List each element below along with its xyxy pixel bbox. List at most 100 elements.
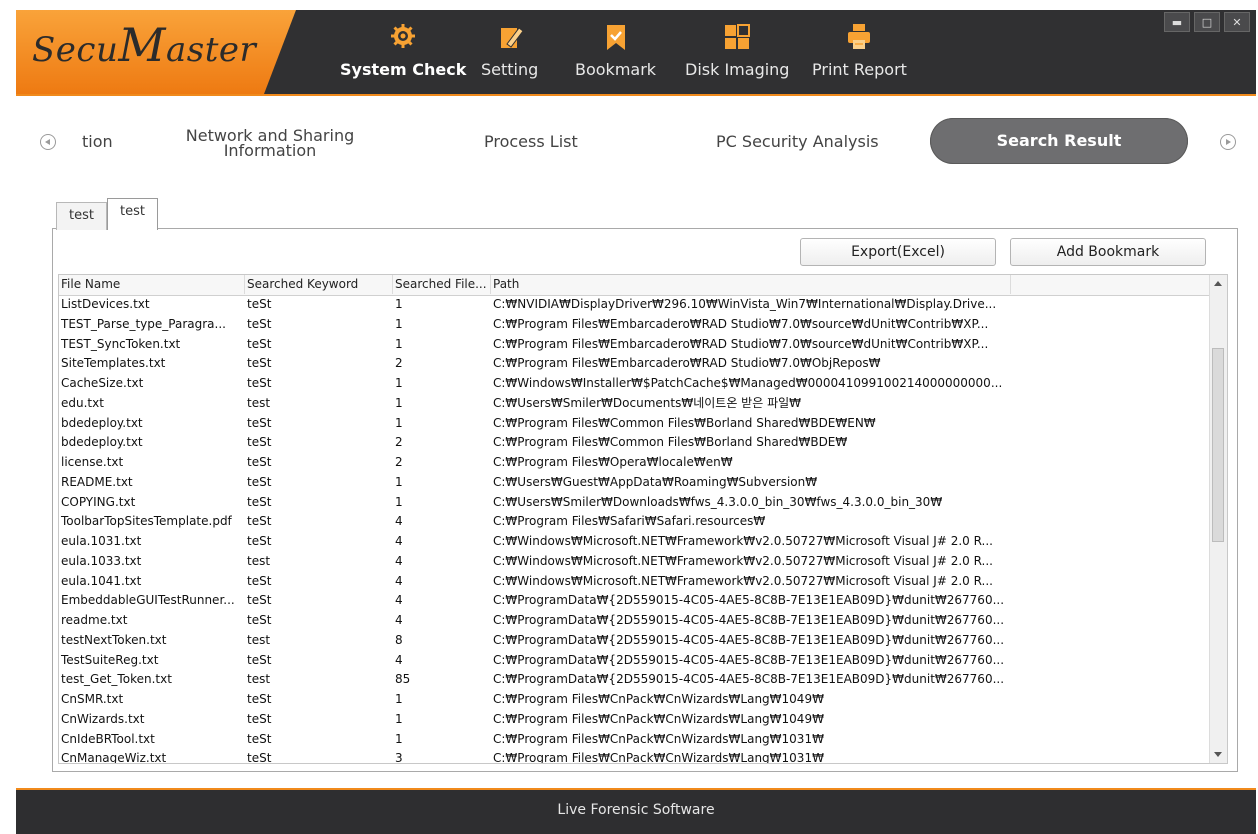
cell-path: C:₩ProgramData₩{2D559015-4C05-4AE5-8C8B-… (493, 593, 1005, 608)
cell-file-name: testNextToken.txt (61, 632, 167, 647)
table-row[interactable]: TestSuiteReg.txt teSt 4 C:₩ProgramData₩{2D5… (59, 651, 1211, 671)
table-row[interactable]: TEST_Parse_type_Paragra... teSt 1 C:₩Progra… (59, 315, 1211, 335)
subtab-test-2[interactable]: test (106, 198, 158, 230)
cell-path: C:₩Users₩Guest₩AppData₩Roaming₩Subversio… (493, 474, 818, 489)
section-tab-partial[interactable]: tion (82, 132, 113, 151)
cell-path: C:₩Program Files₩Common Files₩Borland Sh… (493, 415, 876, 430)
cell-file-count: 1 (395, 692, 403, 706)
cell-file-name: eula.1041.txt (61, 573, 142, 588)
scroll-right-icon[interactable] (1220, 134, 1236, 150)
table-row[interactable]: eula.1031.txt teSt 4 C:₩Windows₩Microsoft.N… (59, 532, 1211, 552)
cell-file-name: readme.txt (61, 613, 128, 627)
nav-disk-imaging[interactable]: Disk Imaging (685, 10, 789, 94)
nav-print-report[interactable]: Print Report (812, 10, 907, 94)
nav-setting[interactable]: Setting (481, 10, 538, 94)
cell-keyword: teSt (247, 494, 272, 509)
cell-file-count: 4 (395, 593, 403, 608)
cell-keyword: teSt (247, 534, 272, 548)
column-header-file-name[interactable]: File Name (59, 275, 245, 294)
cell-file-count: 4 (395, 613, 403, 627)
cell-file-name: SiteTemplates.txt (61, 356, 166, 371)
table-row[interactable]: test_Get_Token.txt test 85 C:₩ProgramData₩{… (59, 670, 1211, 690)
cell-file-count: 1 (395, 494, 403, 509)
column-header-keyword[interactable]: Searched Keyword (245, 275, 393, 294)
table-row[interactable]: bdedeploy.txt teSt 2 C:₩Program Files₩Commo… (59, 433, 1211, 453)
nav-label: System Check (340, 60, 467, 79)
section-tab-search-result[interactable]: Search Result (930, 118, 1188, 164)
table-row[interactable]: COPYING.txt teSt 1 C:₩Users₩Smiler₩Download… (59, 493, 1211, 513)
cell-path: C:₩Program Files₩CnPack₩CnWizards₩Lang₩1… (493, 751, 824, 764)
cell-keyword: teSt (247, 652, 272, 667)
nav-system-check[interactable]: System Check (340, 10, 466, 94)
cell-keyword: teSt (247, 297, 272, 311)
table-row[interactable]: ToolbarTopSitesTemplate.pdf teSt 4 C:₩Progr… (59, 512, 1211, 532)
section-tab-process-list[interactable]: Process List (484, 132, 578, 151)
cell-file-count: 2 (395, 356, 403, 371)
table-row[interactable]: CnWizards.txt teSt 1 C:₩Program Files₩CnPac… (59, 710, 1211, 730)
cell-keyword: teSt (247, 474, 272, 489)
scroll-up-icon[interactable] (1214, 281, 1222, 286)
cell-file-name: ListDevices.txt (61, 297, 150, 311)
cell-path: C:₩Windows₩Installer₩$PatchCache$₩Manage… (493, 376, 1003, 390)
column-header-path[interactable]: Path (491, 275, 1011, 294)
subtab-test-1[interactable]: test (56, 202, 107, 230)
table-row[interactable]: README.txt teSt 1 C:₩Users₩Guest₩AppData₩Ro… (59, 473, 1211, 493)
footer-bar: Live Forensic Software (16, 788, 1256, 834)
cell-file-count: 1 (395, 336, 403, 351)
table-row[interactable]: SiteTemplates.txt teSt 2 C:₩Program Files₩E… (59, 354, 1211, 374)
cell-file-count: 4 (395, 573, 403, 588)
close-icon[interactable]: ✕ (1224, 12, 1250, 32)
cell-path: C:₩Program Files₩Opera₩locale₩en₩ (493, 455, 733, 469)
cell-keyword: teSt (247, 356, 272, 371)
cell-file-count: 2 (395, 455, 403, 469)
table-row[interactable]: EmbeddableGUITestRunner... teSt 4 C:₩Progra… (59, 591, 1211, 611)
table-row[interactable]: CnIdeBRTool.txt teSt 1 C:₩Program Files₩CnP… (59, 730, 1211, 750)
cell-keyword: teSt (247, 514, 272, 529)
cell-file-name: edu.txt (61, 395, 104, 410)
vertical-scrollbar[interactable] (1209, 275, 1227, 763)
nav-bookmark[interactable]: Bookmark (575, 10, 656, 94)
table-row[interactable]: CnSMR.txt teSt 1 C:₩Program Files₩CnPack₩Cn… (59, 690, 1211, 710)
table-row[interactable]: testNextToken.txt test 8 C:₩ProgramData₩{2D… (59, 631, 1211, 651)
export-excel-button[interactable]: Export(Excel) (800, 238, 996, 266)
maximize-icon[interactable]: □ (1194, 12, 1220, 32)
cell-path: C:₩Program Files₩CnPack₩CnWizards₩Lang₩1… (493, 731, 824, 746)
cell-file-count: 85 (395, 672, 411, 687)
scrollbar-thumb[interactable] (1212, 348, 1224, 542)
scroll-left-icon[interactable] (40, 134, 56, 150)
nav-label: Print Report (812, 60, 907, 79)
section-tab-pc-security[interactable]: PC Security Analysis (716, 132, 879, 151)
table-row[interactable]: license.txt teSt 2 C:₩Program Files₩Opera₩l… (59, 453, 1211, 473)
table-row[interactable]: CnManageWiz.txt teSt 3 C:₩Program Files₩CnP… (59, 749, 1211, 764)
nav-label: Setting (481, 60, 539, 79)
table-row[interactable]: eula.1041.txt teSt 4 C:₩Windows₩Microsoft.N… (59, 572, 1211, 592)
cell-file-count: 2 (395, 435, 403, 450)
cell-file-name: COPYING.txt (61, 494, 136, 509)
cell-file-count: 1 (395, 415, 403, 430)
table-row[interactable]: readme.txt teSt 4 C:₩ProgramData₩{2D559015-… (59, 611, 1211, 631)
app-window: SecuMaster System Check Setting Bookmark (16, 10, 1256, 834)
cell-file-name: CnWizards.txt (61, 711, 145, 726)
window-controls: ▬ □ ✕ (1164, 12, 1250, 32)
cell-file-count: 4 (395, 553, 403, 568)
scroll-down-icon[interactable] (1214, 752, 1222, 757)
cell-file-count: 4 (395, 534, 403, 548)
column-header-file-count[interactable]: Searched File... (393, 275, 491, 294)
cell-keyword: teSt (247, 316, 272, 331)
table-row[interactable]: TEST_SyncToken.txt teSt 1 C:₩Program Files₩… (59, 335, 1211, 355)
cell-path: C:₩Users₩Smiler₩Documents₩네이트온 받은 파일₩ (493, 395, 802, 410)
table-row[interactable]: CacheSize.txt teSt 1 C:₩Windows₩Installer₩$… (59, 374, 1211, 394)
section-tab-network[interactable]: Network and Sharing Information (180, 128, 360, 160)
table-row[interactable]: edu.txt test 1 C:₩Users₩Smiler₩Documents₩네이… (59, 394, 1211, 414)
tab-label-line: Information (223, 141, 317, 160)
cell-keyword: test (247, 553, 271, 568)
table-row[interactable]: eula.1033.txt test 4 C:₩Windows₩Microsoft.N… (59, 552, 1211, 572)
table-row[interactable]: ListDevices.txt teSt 1 C:₩NVIDIA₩DisplayDri… (59, 295, 1211, 315)
cell-keyword: teSt (247, 593, 272, 608)
table-row[interactable]: bdedeploy.txt teSt 1 C:₩Program Files₩Commo… (59, 414, 1211, 434)
cell-file-count: 4 (395, 652, 403, 667)
minimize-icon[interactable]: ▬ (1164, 12, 1190, 32)
add-bookmark-button[interactable]: Add Bookmark (1010, 238, 1206, 266)
cell-file-name: ToolbarTopSitesTemplate.pdf (61, 514, 232, 529)
cell-file-count: 4 (395, 514, 403, 529)
